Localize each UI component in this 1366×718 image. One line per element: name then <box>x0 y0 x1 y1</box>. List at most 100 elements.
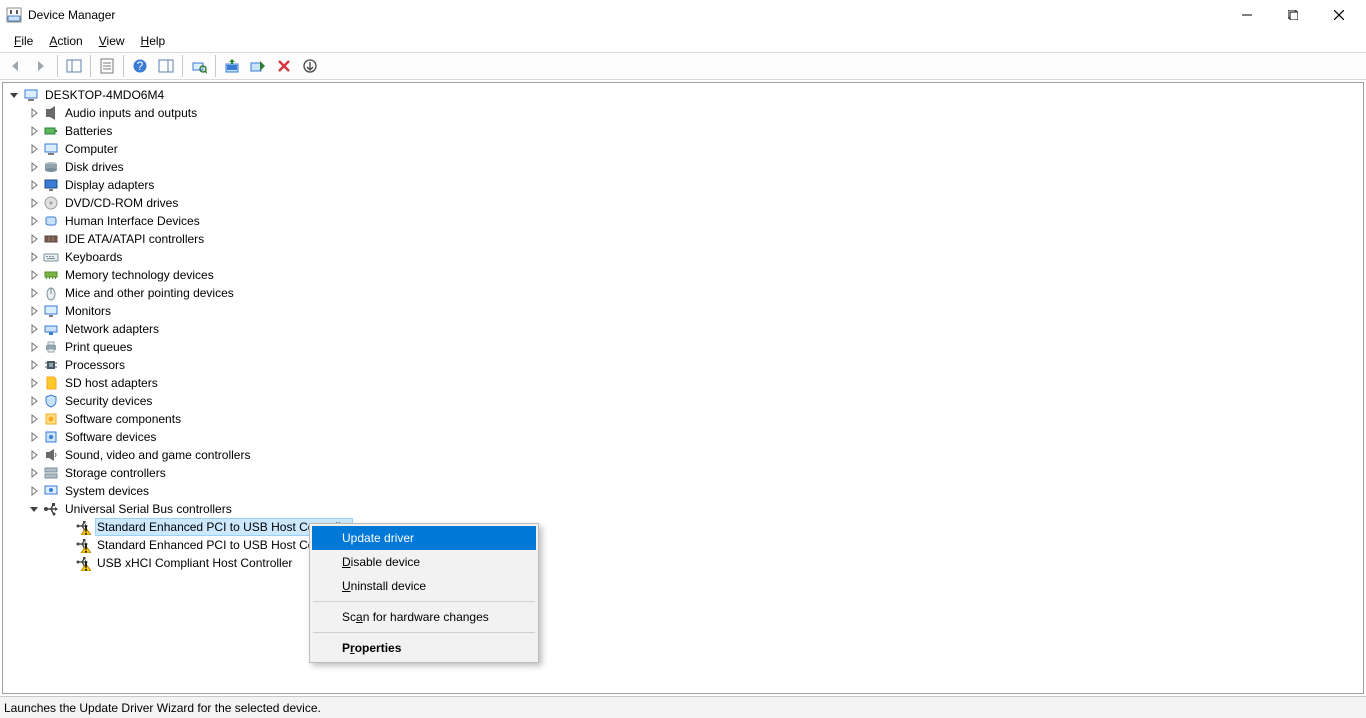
tree-category-row[interactable]: Audio inputs and outputs <box>3 104 1363 122</box>
toolbar-action-pane-button[interactable] <box>154 54 178 78</box>
ctx-disable-rest: isable device <box>351 555 420 569</box>
tree-device-row[interactable]: !Standard Enhanced PCI to USB Host Cont <box>3 536 1363 554</box>
ctx-disable-device[interactable]: Disable device <box>312 550 536 574</box>
ctx-update-driver[interactable]: Update driver <box>312 526 536 550</box>
chevron-right-icon[interactable] <box>27 448 41 462</box>
properties-sheet-icon <box>99 58 115 74</box>
titlebar: Device Manager <box>0 0 1366 30</box>
tree-category-row[interactable]: IDE ATA/ATAPI controllers <box>3 230 1363 248</box>
toolbar-disable-button[interactable] <box>272 54 296 78</box>
disable-device-icon <box>276 58 292 74</box>
tree-category-row[interactable]: Batteries <box>3 122 1363 140</box>
tree-category-row[interactable]: Storage controllers <box>3 464 1363 482</box>
tree-category-label: SD host adapters <box>63 374 160 392</box>
security-icon <box>43 393 59 409</box>
chevron-right-icon[interactable] <box>27 412 41 426</box>
chevron-right-icon[interactable] <box>27 376 41 390</box>
chevron-right-icon[interactable] <box>27 466 41 480</box>
maximize-button[interactable] <box>1270 0 1316 30</box>
usb-device-icon: ! <box>75 537 91 553</box>
tree-category-row[interactable]: DVD/CD-ROM drives <box>3 194 1363 212</box>
chevron-right-icon[interactable] <box>27 106 41 120</box>
tree-category-row[interactable]: Human Interface Devices <box>3 212 1363 230</box>
toolbar-uninstall-button[interactable] <box>298 54 322 78</box>
chevron-right-icon[interactable] <box>27 196 41 210</box>
tree-category-row[interactable]: System devices <box>3 482 1363 500</box>
chevron-right-icon[interactable] <box>27 340 41 354</box>
chevron-right-icon[interactable] <box>27 178 41 192</box>
tree-category-row[interactable]: Software components <box>3 410 1363 428</box>
chevron-right-icon[interactable] <box>27 268 41 282</box>
network-icon <box>43 321 59 337</box>
chevron-down-icon[interactable] <box>7 88 21 102</box>
update-driver-icon <box>224 58 240 74</box>
tree-category-row[interactable]: Display adapters <box>3 176 1363 194</box>
tree-root-row[interactable]: DESKTOP-4MDO6M4 <box>3 86 1363 104</box>
chevron-right-icon[interactable] <box>27 430 41 444</box>
arrow-right-icon <box>33 58 49 74</box>
toolbar-console-tree-button[interactable] <box>62 54 86 78</box>
chevron-down-icon[interactable] <box>27 502 41 516</box>
tree-device-row[interactable]: !USB xHCI Compliant Host Controller <box>3 554 1363 572</box>
tree-category-row[interactable]: Processors <box>3 356 1363 374</box>
hid-icon <box>43 213 59 229</box>
tree-device-row[interactable]: !Standard Enhanced PCI to USB Host Contr… <box>3 518 1363 536</box>
chevron-right-icon[interactable] <box>27 232 41 246</box>
chevron-right-icon[interactable] <box>27 214 41 228</box>
svg-text:?: ? <box>137 59 144 73</box>
tree-category-row[interactable]: SD host adapters <box>3 374 1363 392</box>
toolbar-scan-button[interactable] <box>187 54 211 78</box>
toolbar-update-driver-button[interactable] <box>220 54 244 78</box>
tree-category-row[interactable]: Security devices <box>3 392 1363 410</box>
menu-view[interactable]: View <box>91 32 133 50</box>
disk-icon <box>43 159 59 175</box>
close-button[interactable] <box>1316 0 1362 30</box>
ctx-properties[interactable]: Properties <box>312 636 536 660</box>
tree-category-row[interactable]: Software devices <box>3 428 1363 446</box>
tree-leaf-spacer <box>59 538 73 552</box>
toolbar-back-button[interactable] <box>3 54 27 78</box>
tree-category-row[interactable]: Disk drives <box>3 158 1363 176</box>
tree-category-label: Sound, video and game controllers <box>63 446 252 464</box>
tree-category-row[interactable]: Memory technology devices <box>3 266 1363 284</box>
tree-category-row[interactable]: Network adapters <box>3 320 1363 338</box>
tree-category-row[interactable]: Print queues <box>3 338 1363 356</box>
chevron-right-icon[interactable] <box>27 322 41 336</box>
tree-category-label: Batteries <box>63 122 114 140</box>
chevron-right-icon[interactable] <box>27 142 41 156</box>
printer-icon <box>43 339 59 355</box>
tree-category-row[interactable]: Monitors <box>3 302 1363 320</box>
ctx-uninstall-device[interactable]: Uninstall device <box>312 574 536 598</box>
chevron-right-icon[interactable] <box>27 160 41 174</box>
cpu-icon <box>43 357 59 373</box>
toolbar-forward-button[interactable] <box>29 54 53 78</box>
chevron-right-icon[interactable] <box>27 484 41 498</box>
tree-device-label: Standard Enhanced PCI to USB Host Cont <box>95 536 326 554</box>
menu-help[interactable]: Help <box>133 32 174 50</box>
chevron-right-icon[interactable] <box>27 124 41 138</box>
tree-category-row[interactable]: Computer <box>3 140 1363 158</box>
chevron-right-icon[interactable] <box>27 286 41 300</box>
toolbar-enable-button[interactable] <box>246 54 270 78</box>
chevron-right-icon[interactable] <box>27 358 41 372</box>
chevron-right-icon[interactable] <box>27 304 41 318</box>
help-icon: ? <box>132 58 148 74</box>
tree-category-row[interactable]: Keyboards <box>3 248 1363 266</box>
minimize-button[interactable] <box>1224 0 1270 30</box>
toolbar-help-button[interactable]: ? <box>128 54 152 78</box>
menu-action[interactable]: Action <box>41 32 90 50</box>
tree-category-usb[interactable]: Universal Serial Bus controllers <box>3 500 1363 518</box>
menu-file[interactable]: File <box>6 32 41 50</box>
content-pane: DESKTOP-4MDO6M4 Audio inputs and outputs… <box>2 82 1364 694</box>
tree-category-row[interactable]: Mice and other pointing devices <box>3 284 1363 302</box>
tree-category-label: Disk drives <box>63 158 126 176</box>
usb-device-icon: ! <box>75 555 91 571</box>
ctx-scan-hardware[interactable]: Scan for hardware changes <box>312 605 536 629</box>
device-tree[interactable]: DESKTOP-4MDO6M4 Audio inputs and outputs… <box>3 83 1363 693</box>
tree-category-row[interactable]: Sound, video and game controllers <box>3 446 1363 464</box>
chevron-right-icon[interactable] <box>27 250 41 264</box>
tree-device-label: USB xHCI Compliant Host Controller <box>95 554 294 572</box>
chevron-right-icon[interactable] <box>27 394 41 408</box>
toolbar-properties-button[interactable] <box>95 54 119 78</box>
toolbar: ? <box>0 52 1366 80</box>
